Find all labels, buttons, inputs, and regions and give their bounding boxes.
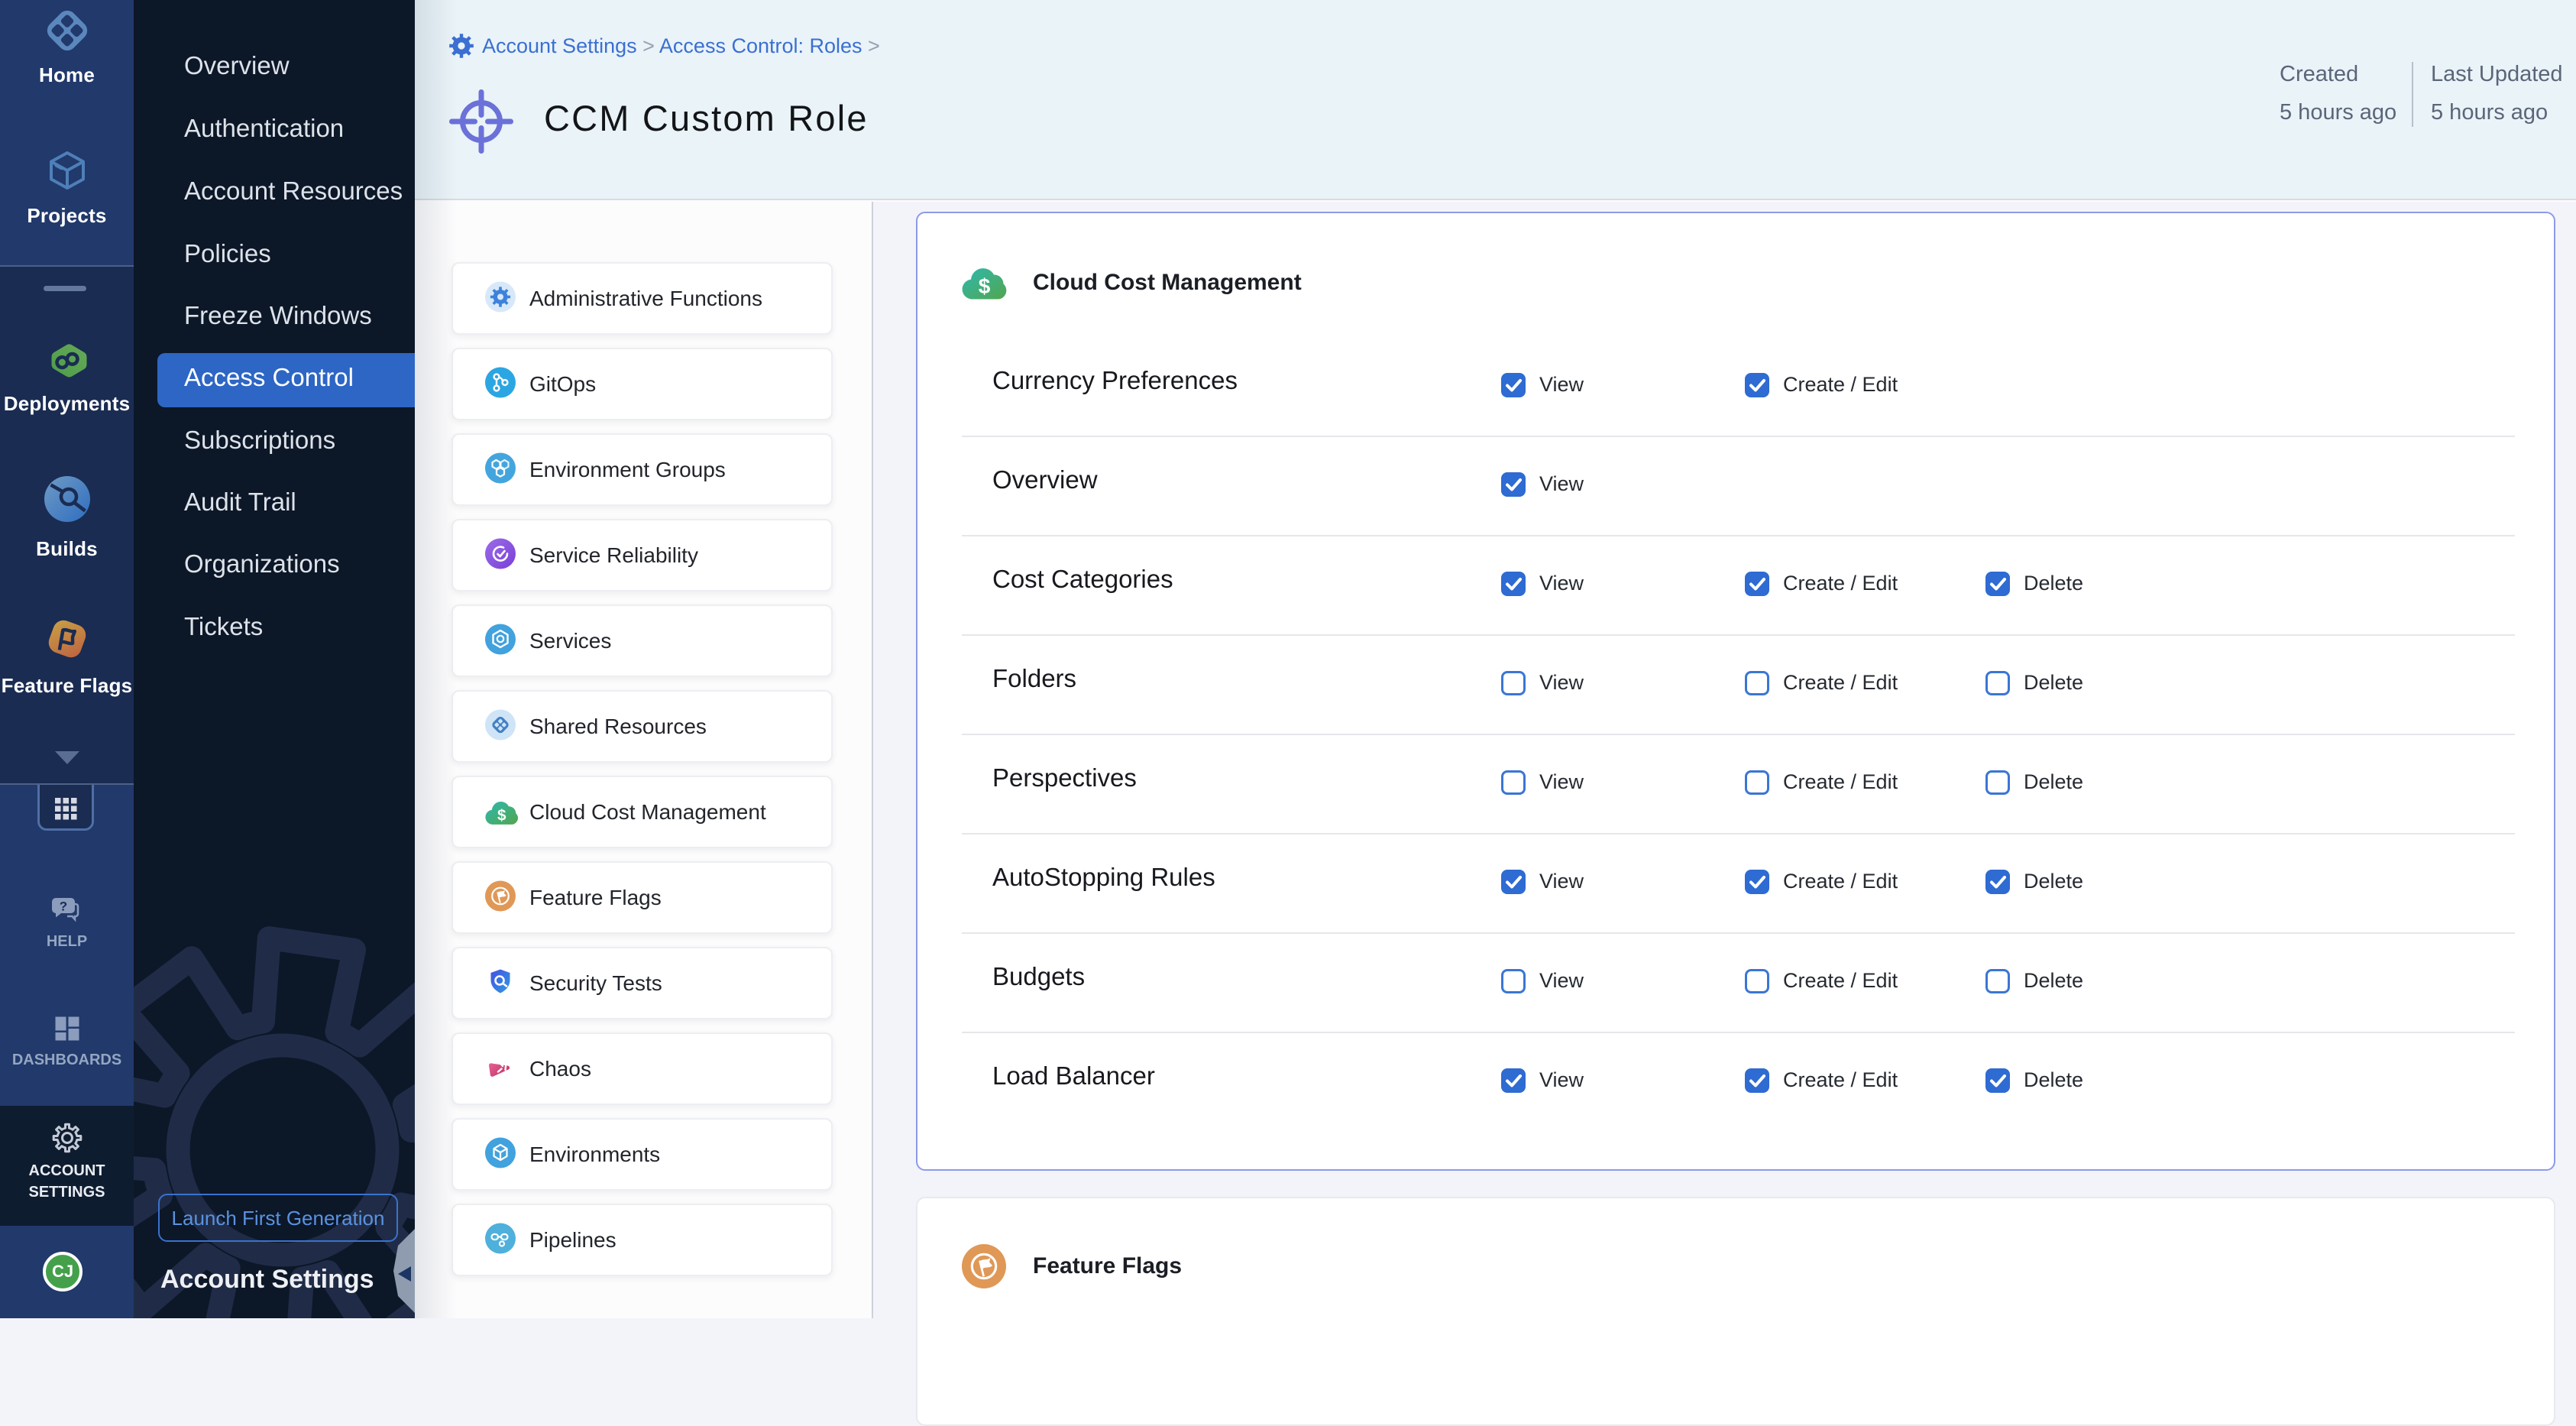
- svg-text:$: $: [497, 806, 506, 824]
- svg-text:?: ?: [59, 899, 66, 914]
- svg-text:$: $: [979, 274, 991, 298]
